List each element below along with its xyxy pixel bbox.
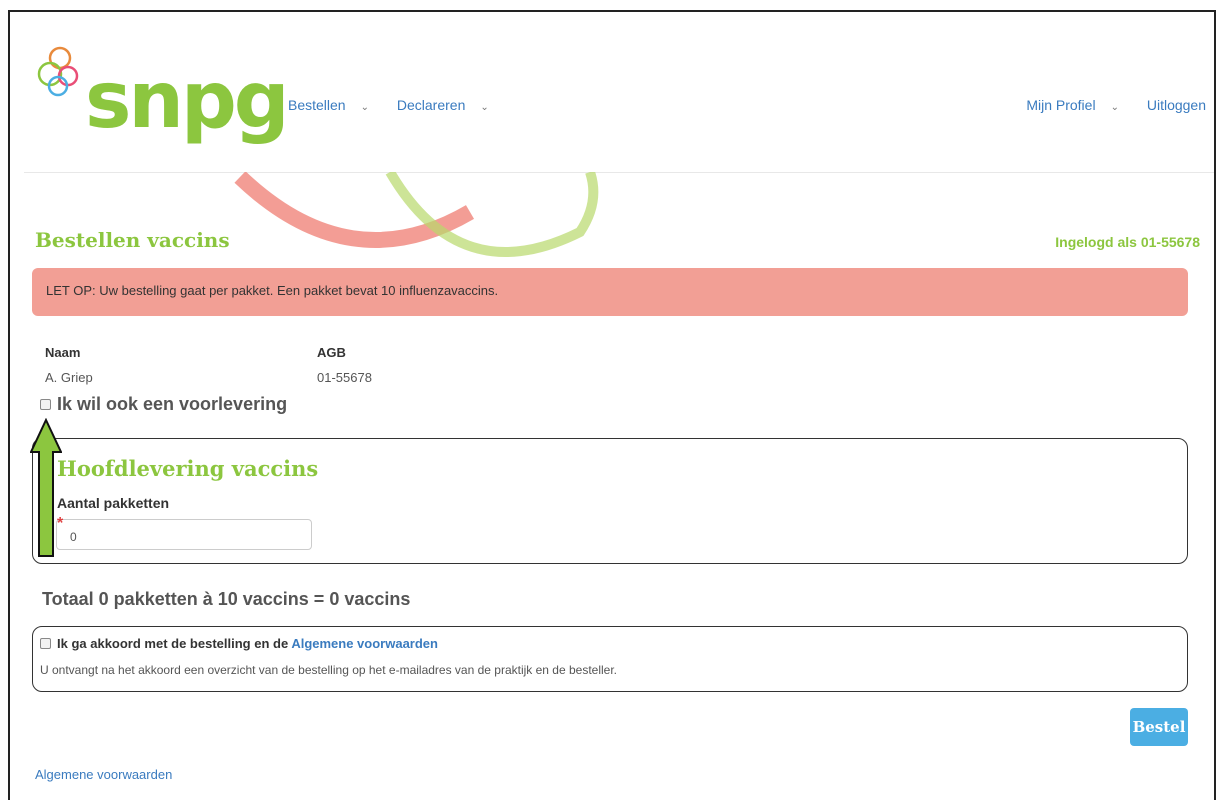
nav-declareren-label: Declareren <box>396 97 466 113</box>
main-nav: Bestellen ⌄ Declareren ⌄ <box>288 97 513 113</box>
bestel-button[interactable]: Bestel <box>1130 708 1188 746</box>
akkoord-label-text: Ik ga akkoord met de bestelling en de <box>57 636 292 651</box>
voorwaarden-link[interactable]: Algemene voorwaarden <box>291 636 438 651</box>
aantal-pakketten-input[interactable]: 0 <box>56 519 312 550</box>
page-title: Bestellen vaccins <box>35 228 230 252</box>
logo-text: snpg <box>85 56 290 146</box>
info-alert: LET OP: Uw bestelling gaat per pakket. E… <box>32 268 1188 316</box>
agb-value: 01-55678 <box>317 370 372 385</box>
nav-mijn-profiel[interactable]: Mijn Profiel ⌄ <box>1026 97 1131 113</box>
nav-declareren[interactable]: Declareren ⌄ <box>397 97 501 113</box>
agb-label: AGB <box>317 345 346 360</box>
voorlevering-label[interactable]: Ik wil ook een voorlevering <box>57 394 287 415</box>
nav-bestellen-label: Bestellen <box>288 97 346 113</box>
order-total: Totaal 0 pakketten à 10 vaccins = 0 vacc… <box>42 589 411 609</box>
chevron-down-icon: ⌄ <box>360 102 369 113</box>
nav-uitloggen[interactable]: Uitloggen <box>1147 97 1206 113</box>
nav-mijn-profiel-label: Mijn Profiel <box>1026 97 1096 113</box>
chevron-down-icon: ⌄ <box>1110 102 1119 113</box>
up-arrow-annotation <box>30 418 62 557</box>
aantal-pakketten-label: Aantal pakketten <box>57 495 170 511</box>
akkoord-checkbox[interactable] <box>40 638 51 649</box>
naam-label: Naam <box>45 345 81 360</box>
footer-voorwaarden-link[interactable]: Algemene voorwaarden <box>35 767 172 782</box>
chevron-down-icon: ⌄ <box>480 102 489 113</box>
naam-value: A. Griep <box>45 370 93 385</box>
decorative-arcs <box>234 172 599 257</box>
hoofdlevering-title: Hoofdlevering vaccins <box>57 456 319 481</box>
user-nav: Mijn Profiel ⌄ Uitloggen <box>1026 97 1206 113</box>
voorlevering-checkbox[interactable] <box>40 399 51 410</box>
logged-in-status: Ingelogd als 01-55678 <box>1055 234 1200 250</box>
nav-bestellen[interactable]: Bestellen ⌄ <box>288 97 381 113</box>
akkoord-label[interactable]: Ik ga akkoord met de bestelling en de Al… <box>57 636 438 651</box>
akkoord-info: U ontvangt na het akkoord een overzicht … <box>40 663 618 677</box>
